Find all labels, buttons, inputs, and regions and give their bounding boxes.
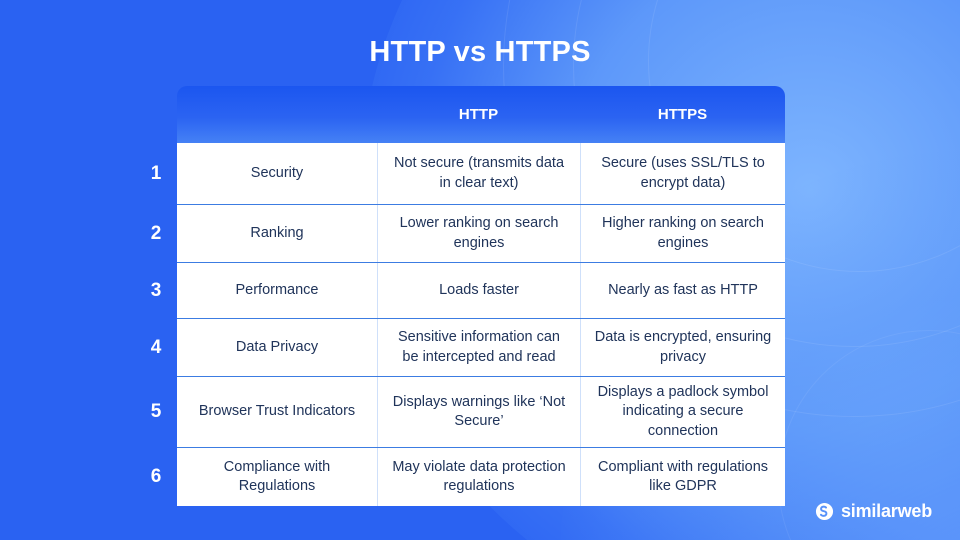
- row-number: 1: [150, 162, 162, 184]
- table-row: 1 Security Not secure (transmits data in…: [151, 143, 785, 204]
- cell-http: Loads faster: [377, 263, 580, 318]
- cell-https: Secure (uses SSL/TLS to encrypt data): [580, 143, 785, 204]
- cell-https: Nearly as fast as HTTP: [580, 263, 785, 318]
- table-row: 4 Data Privacy Sensitive information can…: [151, 318, 785, 376]
- cell-https: Higher ranking on search engines: [580, 205, 785, 262]
- row-number: 2: [150, 222, 162, 244]
- cell-http: Displays warnings like ‘Not Secure’: [377, 377, 580, 447]
- slide-canvas: HTTP vs HTTPS HTTP HTTPS 1 Security Not …: [0, 0, 960, 540]
- column-header-http: HTTP: [458, 106, 499, 123]
- cell-https: Data is encrypted, ensuring privacy: [580, 319, 785, 376]
- row-number: 4: [150, 336, 162, 358]
- column-header-https: HTTPS: [657, 106, 708, 123]
- page-title: HTTP vs HTTPS: [369, 36, 591, 68]
- cell-http: Lower ranking on search engines: [377, 205, 580, 262]
- row-number: 6: [150, 466, 162, 487]
- cell-feature: Browser Trust Indicators: [198, 403, 356, 420]
- table-body: 1 Security Not secure (transmits data in…: [151, 143, 785, 506]
- similarweb-logo-text: similarweb: [840, 501, 932, 521]
- cell-https: Compliant with regulations like GDPR: [580, 448, 785, 506]
- cell-feature: Performance: [235, 281, 319, 298]
- table-row: 3 Performance Loads faster Nearly as fas…: [151, 262, 785, 318]
- cell-feature: Data Privacy: [235, 338, 319, 355]
- cell-feature: Security: [250, 164, 304, 181]
- table-row: 5 Browser Trust Indicators Displays warn…: [151, 376, 785, 447]
- table-header-row: HTTP HTTPS: [177, 86, 785, 143]
- cell-feature: Ranking: [250, 224, 304, 241]
- cell-feature: Compliance with Regulations: [223, 458, 331, 494]
- cell-http: Sensitive information can be intercepted…: [377, 319, 580, 376]
- comparison-table: HTTP HTTPS 1 Security Not secure (transm…: [151, 86, 785, 506]
- table-row: 6 Compliance with Regulations May violat…: [151, 447, 785, 506]
- row-number: 3: [150, 279, 162, 301]
- similarweb-logo: similarweb: [815, 501, 932, 522]
- table-row: 2 Ranking Lower ranking on search engine…: [151, 204, 785, 262]
- column-header-feature: [177, 86, 377, 143]
- cell-http: Not secure (transmits data in clear text…: [377, 143, 580, 204]
- cell-http: May violate data protection regulations: [377, 448, 580, 506]
- similarweb-swirl-icon: [815, 502, 834, 521]
- row-number: 5: [150, 401, 162, 422]
- cell-https: Displays a padlock symbol indicating a s…: [580, 377, 785, 447]
